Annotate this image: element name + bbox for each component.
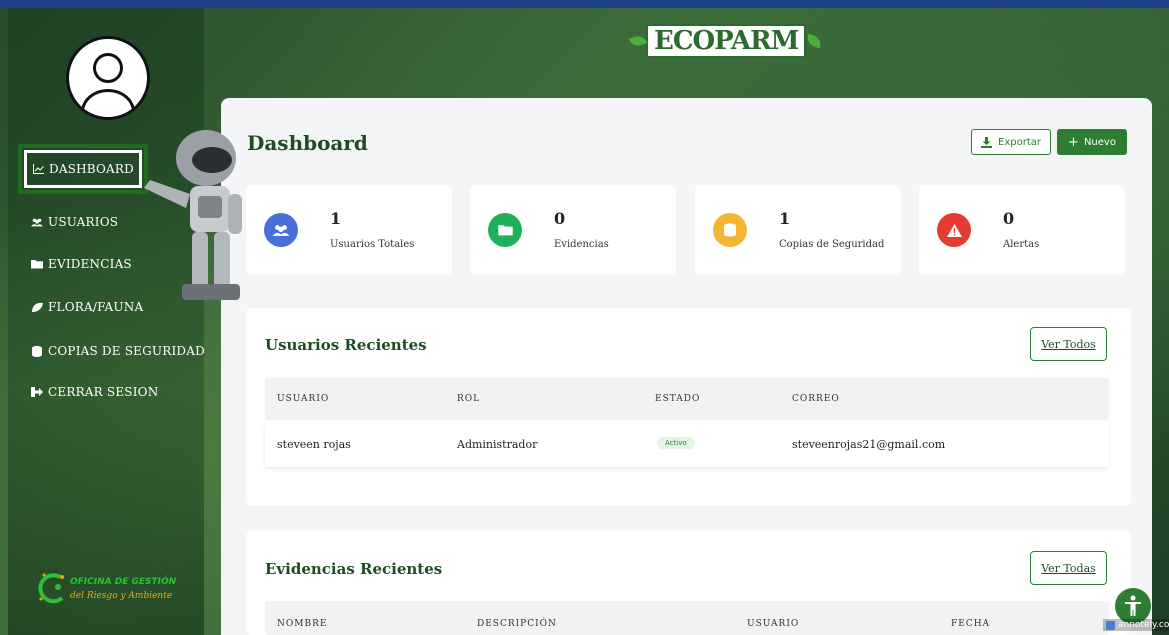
accessibility-icon xyxy=(1125,595,1141,616)
stat-label: Alertas xyxy=(1003,239,1040,250)
stat-label: Evidencias xyxy=(554,239,609,250)
stat-value: 1 xyxy=(779,209,791,228)
leaf-icon xyxy=(628,33,648,49)
database-icon xyxy=(31,345,43,357)
chart-line-icon xyxy=(32,163,44,175)
download-icon xyxy=(981,136,992,148)
table-header: USUARIO ROL ESTADO CORREO xyxy=(265,378,1109,420)
export-button[interactable]: Exportar xyxy=(971,129,1051,155)
column-header[interactable]: USUARIO xyxy=(747,619,799,629)
leaf-icon xyxy=(31,301,43,313)
cell-usuario: steveen rojas xyxy=(277,438,351,451)
watermark: annotely.com xyxy=(1103,619,1169,631)
stat-label: Copias de Seguridad xyxy=(779,239,885,250)
plus-icon: + xyxy=(1068,134,1079,150)
oficina-logo: OFICINA DE GESTIÓN del Riesgo y Ambiente xyxy=(38,571,188,611)
sidebar-item-label: COPIAS DE SEGURIDAD xyxy=(48,344,205,358)
main-content: Dashboard Exportar + Nuevo 1 Usuarios To… xyxy=(221,98,1152,635)
robot-mascot-icon xyxy=(144,130,242,300)
oficina-logo-icon xyxy=(38,573,64,604)
sidebar-item-label: USUARIOS xyxy=(48,215,119,229)
sidebar-item-label: EVIDENCIAS xyxy=(48,257,132,271)
sign-out-icon xyxy=(31,386,43,398)
sidebar-item-evidencias[interactable]: EVIDENCIAS xyxy=(8,253,132,275)
sidebar-item-usuarios[interactable]: USUARIOS xyxy=(8,211,118,233)
watermark-text: annotely.com xyxy=(1118,620,1169,630)
stat-card-copias: 1 Copias de Seguridad xyxy=(695,185,901,275)
user-avatar-icon[interactable] xyxy=(66,36,150,120)
sidebar-item-label: DASHBOARD xyxy=(49,162,134,176)
table-row[interactable]: steveen rojas Administrador Activo steve… xyxy=(265,421,1109,467)
column-header[interactable]: ESTADO xyxy=(655,394,700,404)
sidebar-item-label: CERRAR SESION xyxy=(48,385,159,399)
brand-logo: ECOPARM xyxy=(628,20,824,62)
sidebar-item-cerrar-sesion[interactable]: CERRAR SESION xyxy=(8,381,158,403)
section-title: Usuarios Recientes xyxy=(265,336,427,354)
stat-value: 0 xyxy=(1003,209,1015,228)
window-frame xyxy=(0,0,1169,8)
page-title: Dashboard xyxy=(247,131,368,155)
folder-icon xyxy=(31,258,43,270)
stat-card-alertas: 0 Alertas xyxy=(919,185,1125,275)
column-header[interactable]: ROL xyxy=(457,394,480,404)
column-header[interactable]: USUARIO xyxy=(277,394,329,404)
column-header[interactable]: CORREO xyxy=(792,394,840,404)
status-badge: Activo xyxy=(657,437,695,449)
sidebar-item-copias[interactable]: COPIAS DE SEGURIDAD xyxy=(8,340,205,362)
column-header[interactable]: FECHA xyxy=(951,619,990,629)
warning-icon xyxy=(937,213,971,247)
oficina-logo-line1: OFICINA DE GESTIÓN xyxy=(70,577,177,587)
new-button[interactable]: + Nuevo xyxy=(1057,129,1127,155)
recent-evidence-card: Evidencias Recientes Ver Todas NOMBRE DE… xyxy=(246,531,1131,635)
stat-value: 0 xyxy=(554,209,566,228)
oficina-logo-line2: del Riesgo y Ambiente xyxy=(70,591,173,601)
export-label: Exportar xyxy=(998,136,1041,148)
section-title: Evidencias Recientes xyxy=(265,560,443,578)
new-label: Nuevo xyxy=(1083,136,1116,148)
view-all-evidence-button[interactable]: Ver Todas xyxy=(1030,551,1107,585)
column-header[interactable]: NOMBRE xyxy=(277,619,327,629)
view-all-users-button[interactable]: Ver Todos xyxy=(1030,327,1107,361)
brand-name: ECOPARM xyxy=(646,24,807,58)
database-icon xyxy=(713,213,747,247)
cell-correo: steveenrojas21@gmail.com xyxy=(792,438,946,451)
users-icon xyxy=(264,213,298,247)
stat-card-usuarios: 1 Usuarios Totales xyxy=(246,185,452,275)
stat-label: Usuarios Totales xyxy=(330,239,415,250)
recent-users-card: Usuarios Recientes Ver Todos USUARIO ROL… xyxy=(246,308,1131,506)
cell-rol: Administrador xyxy=(457,438,538,451)
sidebar-item-label: FLORA/FAUNA xyxy=(48,300,144,314)
annotely-logo-icon xyxy=(1106,620,1115,630)
folder-icon xyxy=(488,213,522,247)
users-icon xyxy=(31,216,43,228)
table-header: NOMBRE DESCRIPCIÓN USUARIO FECHA xyxy=(265,601,1109,635)
column-header[interactable]: DESCRIPCIÓN xyxy=(477,619,557,629)
leaf-icon xyxy=(805,33,824,49)
stat-value: 1 xyxy=(330,209,342,228)
sidebar-item-flora-fauna[interactable]: FLORA/FAUNA xyxy=(8,296,143,318)
sidebar: DASHBOARD USUARIOS EVIDENCIAS FLORA/FAUN… xyxy=(8,8,205,635)
sidebar-item-dashboard[interactable]: DASHBOARD xyxy=(18,144,148,194)
stat-card-evidencias: 0 Evidencias xyxy=(470,185,676,275)
